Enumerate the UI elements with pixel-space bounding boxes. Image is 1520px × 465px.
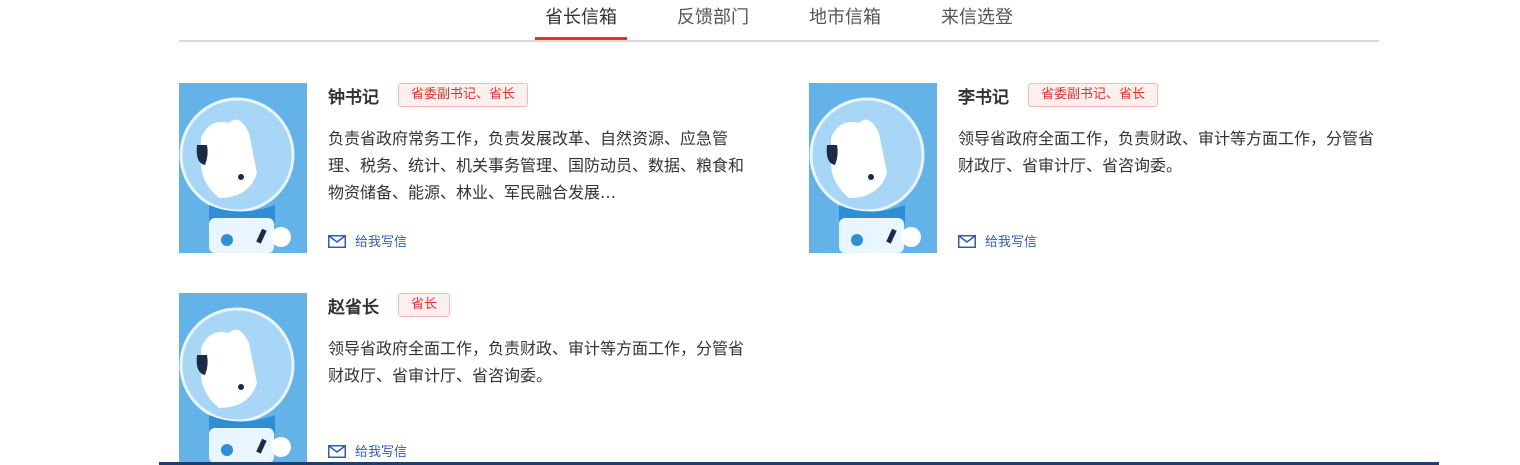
leader-title-badge: 省委副书记、省长	[398, 83, 529, 107]
write-letter-link[interactable]: 给我写信	[328, 444, 407, 462]
mail-icon	[958, 235, 976, 248]
leader-card: 李书记 省委副书记、省长 领导省政府全面工作，负责财政、审计等方面工作，分管省财…	[809, 83, 1379, 255]
mail-icon	[328, 445, 346, 458]
leader-description: 领导省政府全面工作，负责财政、审计等方面工作，分管省财政厅、省审计厅、省咨询委。	[958, 129, 1375, 175]
leader-title-badge: 省委副书记、省长	[1028, 83, 1159, 107]
leader-title-badge: 省长	[398, 293, 451, 317]
tab-feedback-departments[interactable]: 反馈部门	[667, 6, 759, 40]
leader-description: 领导省政府全面工作，负责财政、审计等方面工作，分管省财政厅、省审计厅、省咨询委。	[328, 339, 745, 385]
leader-avatar[interactable]	[179, 83, 307, 253]
leader-card: 赵省长 省长 领导省政府全面工作，负责财政、审计等方面工作，分管省财政厅、省审计…	[179, 293, 749, 465]
write-letter-label: 给我写信	[985, 235, 1038, 250]
tab-governor-mailbox[interactable]: 省长信箱	[535, 6, 627, 40]
leader-avatar[interactable]	[179, 293, 307, 463]
write-letter-link[interactable]: 给我写信	[328, 234, 407, 252]
leader-name: 李书记	[958, 88, 1009, 108]
write-letter-label: 给我写信	[355, 235, 408, 250]
leader-name: 赵省长	[328, 298, 379, 318]
write-letter-label: 给我写信	[355, 445, 408, 460]
mail-icon	[328, 235, 346, 248]
leader-card: 钟书记 省委副书记、省长 负责省政府常务工作，负责发展改革、自然资源、应急管理、…	[179, 83, 749, 255]
leader-name: 钟书记	[328, 88, 379, 108]
tab-selected-letters[interactable]: 来信选登	[931, 6, 1023, 40]
leader-avatar[interactable]	[809, 83, 937, 253]
tab-city-mailbox[interactable]: 地市信箱	[799, 6, 891, 40]
write-letter-link[interactable]: 给我写信	[958, 234, 1037, 252]
leader-description: 负责省政府常务工作，负责发展改革、自然资源、应急管理、税务、统计、机关事务管理、…	[328, 129, 745, 202]
tab-bar: 省长信箱 反馈部门 地市信箱 来信选登	[179, 0, 1379, 42]
